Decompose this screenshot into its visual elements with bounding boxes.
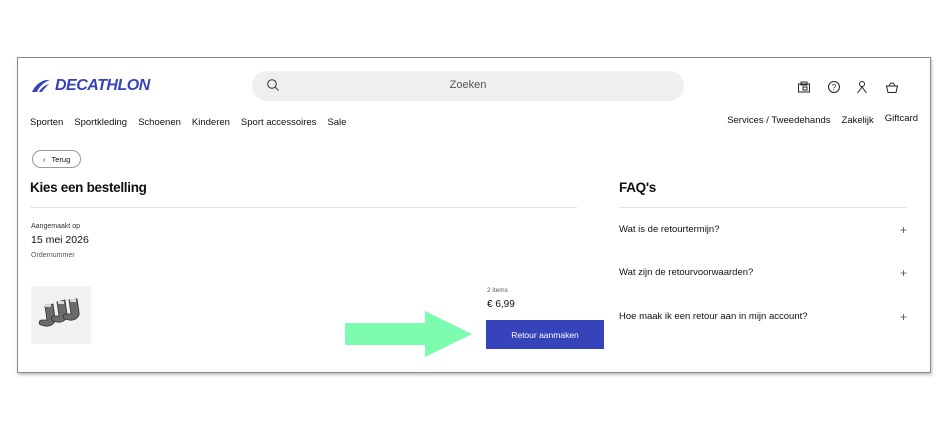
nav-item-services[interactable]: Services / Tweedehands bbox=[727, 115, 830, 126]
cart-icon[interactable] bbox=[884, 79, 900, 95]
nav-item-schoenen[interactable]: Schoenen bbox=[138, 117, 181, 128]
faq-question: Wat zijn de retourvoorwaarden? bbox=[619, 267, 754, 278]
expand-icon: + bbox=[899, 223, 907, 237]
account-icon[interactable] bbox=[854, 79, 870, 95]
store-icon[interactable] bbox=[796, 79, 812, 95]
logo-text: DECATHLON bbox=[55, 77, 150, 94]
faq-divider bbox=[619, 207, 907, 208]
nav-item-sportkleding[interactable]: Sportkleding bbox=[74, 117, 127, 128]
nav-item-sale[interactable]: Sale bbox=[327, 117, 346, 128]
divider bbox=[30, 207, 577, 208]
nav-item-zakelijk[interactable]: Zakelijk bbox=[842, 115, 874, 126]
green-arrow-icon bbox=[345, 311, 472, 357]
created-label: Aangemaakt op bbox=[31, 223, 81, 230]
decathlon-swoosh-icon bbox=[32, 79, 50, 92]
item-count: 2 items bbox=[487, 287, 508, 294]
create-return-button[interactable]: Retour aanmaken bbox=[486, 320, 604, 349]
search-input[interactable]: Zoeken bbox=[252, 79, 684, 91]
created-date: 15 mei 2026 bbox=[31, 234, 89, 246]
faq-item[interactable]: Hoe maak ik een retour aan in mijn accou… bbox=[619, 310, 907, 325]
faq-item[interactable]: Wat zijn de retourvoorwaarden? + bbox=[619, 266, 907, 281]
order-number-label: Ordernummer bbox=[31, 252, 75, 259]
secondary-nav: Services / Tweedehands Zakelijk Giftcard bbox=[727, 113, 918, 126]
expand-icon: + bbox=[899, 310, 907, 324]
faq-question: Hoe maak ik een retour aan in mijn accou… bbox=[619, 311, 808, 322]
svg-text:?: ? bbox=[832, 83, 837, 92]
search-bar[interactable]: Zoeken bbox=[252, 71, 684, 101]
decathlon-logo[interactable]: DECATHLON bbox=[30, 77, 150, 95]
faq-title: FAQ's bbox=[619, 180, 656, 195]
help-icon[interactable]: ? bbox=[826, 79, 842, 95]
faq-item[interactable]: Wat is de retourtermijn? + bbox=[619, 223, 907, 238]
nav-item-sport-accessoires[interactable]: Sport accessoires bbox=[241, 117, 317, 128]
back-button[interactable]: ‹ Terug bbox=[32, 150, 82, 168]
order-price: € 6,99 bbox=[487, 299, 515, 310]
expand-icon: + bbox=[899, 266, 907, 280]
socks-image bbox=[38, 298, 80, 327]
page-title: Kies een bestelling bbox=[30, 180, 147, 195]
main-nav: Sporten Sportkleding Schoenen Kinderen Sport… bbox=[30, 117, 357, 128]
chevron-left-icon: ‹ bbox=[43, 154, 46, 164]
product-thumbnail[interactable] bbox=[31, 286, 91, 344]
back-label: Terug bbox=[51, 154, 71, 164]
nav-item-kinderen[interactable]: Kinderen bbox=[192, 117, 230, 128]
nav-item-giftcard[interactable]: Giftcard bbox=[885, 113, 918, 124]
nav-item-sporten[interactable]: Sporten bbox=[30, 117, 63, 128]
faq-question: Wat is de retourtermijn? bbox=[619, 224, 720, 235]
